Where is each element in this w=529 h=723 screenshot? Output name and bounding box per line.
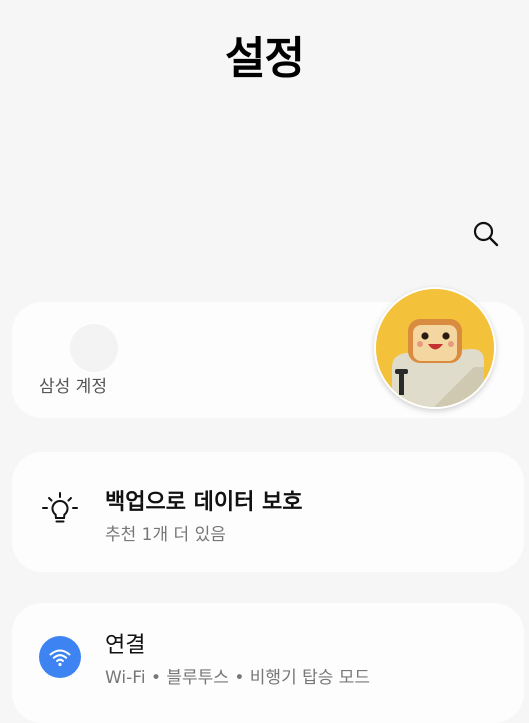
connections-subtitle: Wi-Fi • 블루투스 • 비행기 탑승 모드 (105, 668, 371, 688)
wifi-icon-wrap (38, 635, 82, 679)
lightbulb-icon-wrap (38, 488, 82, 532)
toast-character-avatar (376, 289, 494, 407)
search-icon (473, 221, 499, 247)
wifi-icon-circle (39, 636, 81, 678)
wifi-icon (49, 649, 71, 667)
page-title: 설정 (225, 33, 305, 84)
account-label: 삼성 계정 (39, 377, 107, 397)
suggestion-card[interactable]: 백업으로 데이터 보호 추천 1개 더 있음 (12, 452, 524, 572)
account-placeholder (70, 324, 118, 372)
lightbulb-icon (42, 492, 78, 523)
connections-title: 연결 (105, 633, 146, 658)
suggestion-title: 백업으로 데이터 보호 (105, 490, 303, 515)
connections-card[interactable]: 연결 Wi-Fi • 블루투스 • 비행기 탑승 모드 (12, 603, 524, 723)
suggestion-subtitle: 추천 1개 더 있음 (105, 525, 226, 545)
search-button[interactable] (468, 216, 504, 252)
avatar[interactable] (374, 287, 496, 409)
